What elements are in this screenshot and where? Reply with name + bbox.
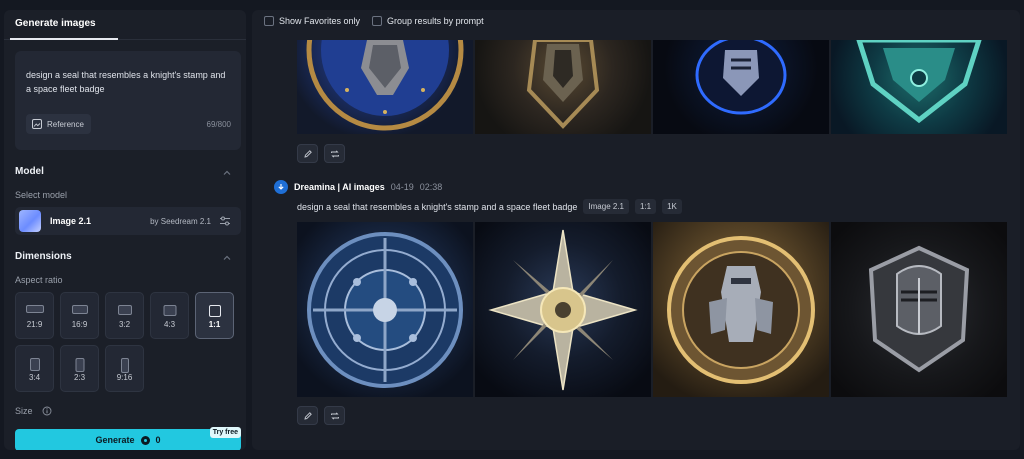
badge-artwork — [695, 40, 787, 115]
image-grid-previous — [297, 40, 1007, 134]
aspect-ratio-label: Aspect ratio — [15, 275, 63, 285]
ratio-label: 3:2 — [118, 320, 131, 329]
ratio-label: 4:3 — [163, 320, 176, 329]
group-by-prompt-checkbox[interactable]: Group results by prompt — [372, 16, 484, 26]
image-icon — [32, 119, 42, 129]
generated-image[interactable] — [475, 222, 651, 397]
ratio-option-3-4[interactable]: 3:4 — [15, 345, 54, 392]
generated-image[interactable] — [831, 222, 1007, 397]
generate-cost: 0 — [155, 435, 161, 445]
select-model-label: Select model — [15, 190, 68, 200]
ratio-shape — [75, 358, 84, 372]
model-name: Image 2.1 — [50, 216, 92, 226]
credit-icon — [140, 435, 150, 445]
ratio-label: 16:9 — [71, 320, 88, 329]
generated-image[interactable] — [297, 222, 473, 397]
generation-date: 04-19 — [390, 182, 414, 192]
ratio-option-2-3[interactable]: 2:3 — [60, 345, 99, 392]
model-selector[interactable]: Image 2.1 by Seedream 2.1 — [15, 207, 241, 235]
model-thumbnail — [19, 210, 41, 232]
ratio-tag: 1:1 — [634, 199, 657, 214]
ratio-option-16-9[interactable]: 16:9 — [60, 292, 99, 339]
ratio-option-1-1[interactable]: 1:1 — [195, 292, 234, 339]
ratio-label: 3:4 — [28, 373, 41, 382]
ratio-option-21-9[interactable]: 21:9 — [15, 292, 54, 339]
checkbox-box[interactable] — [264, 16, 274, 26]
pencil-icon — [303, 411, 312, 420]
ratio-shape — [71, 305, 88, 314]
try-free-badge: Try free — [209, 427, 241, 438]
model-section-title: Model — [15, 166, 44, 177]
dimensions-section-title: Dimensions — [15, 251, 72, 262]
model-tag: Image 2.1 — [583, 199, 629, 214]
reference-button[interactable]: Reference — [26, 114, 91, 134]
generated-image[interactable] — [831, 40, 1007, 134]
ratio-label: 2:3 — [73, 373, 86, 382]
generate-panel: Generate images design a seal that resem… — [4, 10, 246, 450]
resolution-tag: 1K — [662, 199, 682, 214]
badge-artwork — [488, 229, 638, 391]
badge-artwork — [856, 40, 982, 124]
show-favorites-label: Show Favorites only — [279, 16, 361, 26]
badge-artwork — [868, 245, 970, 373]
results-panel: Show Favorites only Group results by pro… — [252, 10, 1020, 450]
badge-artwork — [307, 232, 463, 388]
edit-button[interactable] — [297, 144, 318, 163]
generation-author: Dreamina | AI images — [294, 182, 385, 192]
ratio-shape — [120, 358, 129, 373]
prompt-text[interactable]: design a seal that resembles a knight's … — [26, 68, 226, 96]
checkbox-box[interactable] — [372, 16, 383, 26]
ratio-option-3-2[interactable]: 3:2 — [105, 292, 144, 339]
generated-image[interactable] — [653, 40, 829, 134]
show-favorites-checkbox[interactable]: Show Favorites only — [264, 16, 360, 26]
badge-artwork — [306, 40, 464, 131]
group-by-prompt-label: Group results by prompt — [387, 16, 484, 26]
ratio-label: 1:1 — [208, 320, 221, 329]
filter-bar: Show Favorites only Group results by pro… — [264, 16, 484, 26]
generation-header: Dreamina | AI images 04-19 02:38 — [274, 180, 442, 194]
pencil-icon — [303, 149, 312, 158]
char-counter: 69/800 — [206, 120, 231, 129]
generation-prompt-row: design a seal that resembles a knight's … — [297, 199, 682, 214]
ratio-shape — [29, 358, 40, 371]
tab-underline — [10, 38, 118, 40]
chevron-up-icon[interactable] — [222, 168, 232, 178]
chevron-up-icon[interactable] — [222, 253, 232, 263]
ratio-label: 21:9 — [26, 320, 43, 329]
repeat-icon — [330, 149, 339, 158]
regenerate-button[interactable] — [324, 406, 345, 425]
generated-image[interactable] — [475, 40, 651, 134]
model-provider: by Seedream 2.1 — [150, 217, 211, 226]
ratio-shape — [163, 305, 176, 316]
panel-header: Generate images — [4, 10, 246, 40]
regenerate-button[interactable] — [324, 144, 345, 163]
badge-artwork — [667, 236, 815, 384]
generation-time: 02:38 — [419, 182, 443, 192]
dreamina-logo-icon — [274, 180, 288, 194]
generation-prompt[interactable]: design a seal that resembles a knight's … — [297, 202, 577, 212]
ratio-label: 9:16 — [116, 373, 133, 382]
generated-image[interactable] — [297, 40, 473, 134]
badge-artwork — [526, 40, 600, 129]
size-label: Size — [15, 406, 33, 416]
ratio-option-9-16[interactable]: 9:16 — [105, 345, 144, 392]
image-grid — [297, 222, 1007, 397]
ratio-shape — [208, 305, 221, 317]
repeat-icon — [330, 411, 339, 420]
generate-button[interactable]: Generate 0 Try free — [15, 427, 241, 450]
reference-label: Reference — [47, 119, 84, 129]
ratio-option-4-3[interactable]: 4:3 — [150, 292, 189, 339]
generate-label: Generate — [95, 435, 135, 445]
sliders-icon[interactable] — [219, 215, 231, 227]
ratio-shape — [117, 305, 132, 315]
tab-generate-images[interactable]: Generate images — [15, 18, 96, 29]
edit-button[interactable] — [297, 406, 318, 425]
prompt-input[interactable]: design a seal that resembles a knight's … — [15, 51, 241, 150]
info-icon[interactable] — [42, 406, 52, 416]
ratio-shape — [25, 305, 44, 313]
generated-image[interactable] — [653, 222, 829, 397]
